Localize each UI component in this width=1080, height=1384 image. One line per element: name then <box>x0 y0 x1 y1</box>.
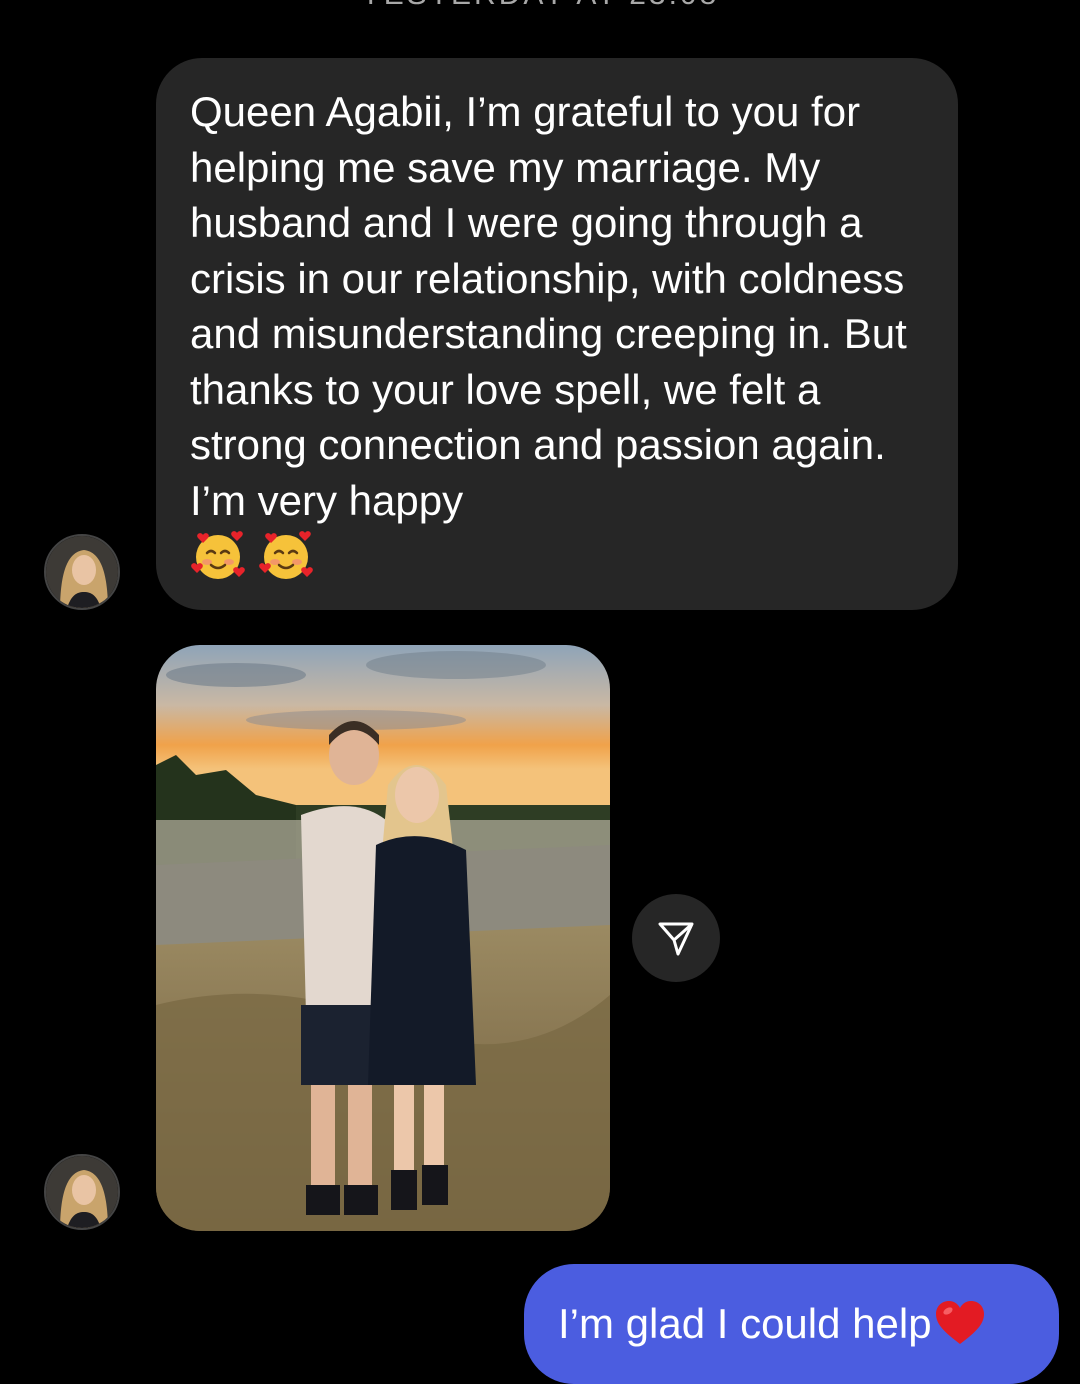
share-button[interactable] <box>632 894 720 982</box>
shared-photo[interactable] <box>156 645 610 1231</box>
incoming-message-text: Queen Agabii, I’m grateful to you for he… <box>190 88 907 524</box>
sender-avatar[interactable] <box>44 534 120 610</box>
smiling-face-with-hearts-icon <box>259 531 313 579</box>
sender-avatar[interactable] <box>44 1154 120 1230</box>
timestamp: YESTERDAY AT 23:08 <box>0 0 1080 12</box>
red-heart-icon <box>935 1301 984 1344</box>
emoji-row <box>190 528 924 584</box>
outgoing-message-bubble[interactable]: I’m glad I could help <box>524 1264 1059 1384</box>
incoming-message-bubble[interactable]: Queen Agabii, I’m grateful to you for he… <box>156 58 958 610</box>
smiling-face-with-hearts-icon <box>191 531 245 579</box>
outgoing-message-text: I’m glad I could help <box>558 1300 932 1347</box>
paper-plane-icon <box>658 922 694 956</box>
